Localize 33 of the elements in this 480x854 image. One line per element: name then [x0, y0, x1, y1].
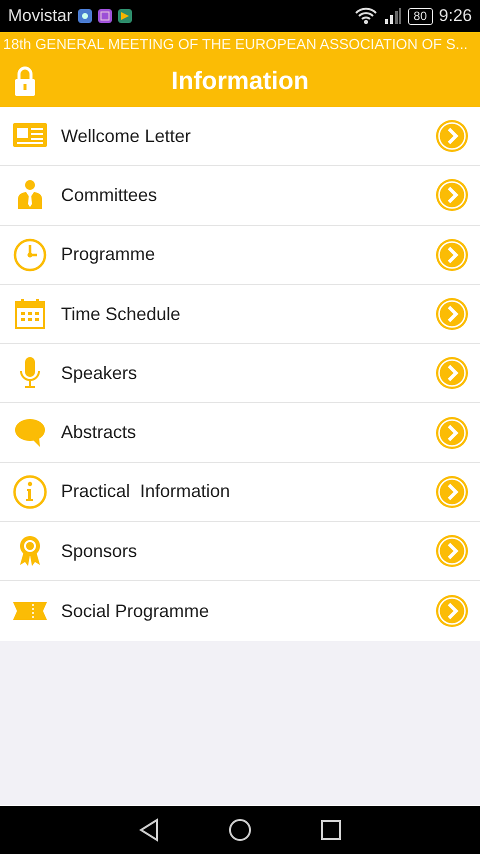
chevron-icon	[435, 594, 469, 628]
clock-icon	[12, 236, 48, 273]
menu-item[interactable]: Abstracts	[0, 403, 480, 463]
conference-title: 18th GENERAL MEETING OF THE EUROPEAN ASSOCIATION OF S...	[2, 36, 469, 55]
page-title: Information	[170, 66, 310, 96]
wifi-icon	[354, 7, 378, 25]
menu-item[interactable]: Committees	[0, 166, 480, 226]
menu-item[interactable]: Practical Information	[0, 462, 480, 522]
menu-item[interactable]: Speakers	[0, 344, 480, 404]
app-icon	[118, 9, 132, 23]
chevron-icon	[435, 534, 469, 568]
chevron-icon	[435, 119, 469, 154]
back-icon[interactable]	[137, 818, 161, 842]
menu-item[interactable]: Programme	[0, 226, 480, 285]
carrier-name: Movistar	[8, 6, 72, 26]
menu-item[interactable]: Time Schedule	[0, 284, 480, 344]
home-icon[interactable]	[228, 818, 252, 842]
battery-level: 80	[408, 8, 433, 24]
app-icon	[98, 9, 112, 23]
chevron-icon	[435, 297, 469, 332]
menu-item[interactable]: Sponsors	[0, 522, 480, 582]
info-icon	[12, 474, 48, 510]
chevron-icon	[435, 356, 469, 390]
recents-icon[interactable]	[319, 818, 343, 842]
menu-item[interactable]: Wellcome Letter	[0, 107, 480, 166]
chevron-icon	[435, 416, 469, 450]
chevron-icon	[435, 238, 469, 272]
menu-item[interactable]: Social Programme	[0, 581, 480, 641]
chevron-icon	[435, 178, 469, 212]
app-icon	[78, 9, 92, 23]
signal-icon	[384, 8, 402, 24]
chevron-icon	[435, 474, 469, 509]
clock: 9:26	[438, 6, 472, 26]
